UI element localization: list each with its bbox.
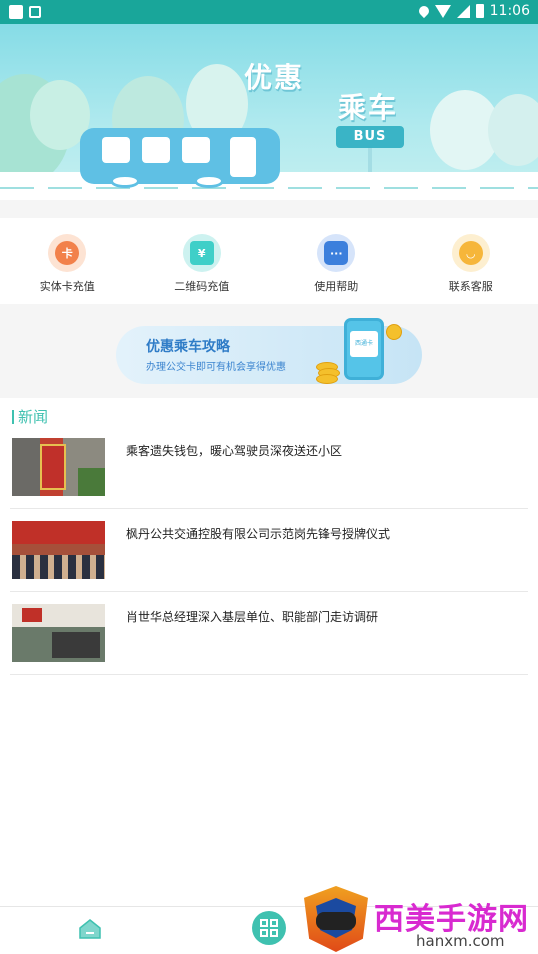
quick-action-help[interactable]: ··· 使用帮助 <box>269 218 404 302</box>
news-item[interactable]: 枫丹公共交通控股有限公司示范岗先锋号授牌仪式 <box>10 509 528 592</box>
status-bar: 11:06 <box>0 0 538 24</box>
qr-code-icon[interactable] <box>252 911 286 945</box>
news-thumbnail <box>12 438 105 496</box>
bus-stop-pole <box>368 148 372 172</box>
news-heading-text: 新闻 <box>18 408 49 426</box>
promo-section: 优惠乘车攻略 办理公交卡即可有机会享得优惠 西通卡 <box>0 304 538 398</box>
bus-illustration <box>80 128 280 188</box>
hero-banner[interactable]: BUS 优惠 乘车 <box>0 24 538 200</box>
news-list: 乘客遗失钱包，暖心驾驶员深夜送还小区 枫丹公共交通控股有限公司示范岗先锋号授牌仪… <box>10 426 528 675</box>
banner-title-line2: 乘车 <box>338 91 399 124</box>
quick-actions: 卡 实体卡充值 ¥ 二维码充值 ··· 使用帮助 ◡ 联系客服 <box>0 218 538 302</box>
chat-icon: ··· <box>317 234 356 272</box>
quick-action-label: 使用帮助 <box>314 280 359 293</box>
coin-icon <box>316 374 338 384</box>
phone-illustration: 西通卡 <box>344 318 384 380</box>
quick-action-label: 实体卡充值 <box>39 280 95 293</box>
watermark-logo: 西美手游网 hanxm.com <box>300 884 538 954</box>
shield-icon <box>304 886 368 952</box>
location-icon <box>416 3 431 19</box>
news-title: 肖世华总经理深入基层单位、职能部门走访调研 <box>126 610 379 624</box>
phone-card-text: 西通卡 <box>350 331 378 357</box>
promo-subtitle: 办理公交卡即可有机会享得优惠 <box>146 362 286 373</box>
quick-action-label: 二维码充值 <box>174 280 230 293</box>
road-line <box>0 187 538 189</box>
signal-icon <box>456 4 470 18</box>
news-heading: 新闻 <box>12 406 48 427</box>
status-time: 11:06 <box>489 3 530 19</box>
battery-icon <box>475 4 484 18</box>
divider <box>0 200 538 218</box>
quick-action-qr-recharge[interactable]: ¥ 二维码充值 <box>135 218 270 302</box>
app-icon <box>29 6 41 18</box>
watermark-url: hanxm.com <box>416 932 505 950</box>
wifi-icon <box>434 4 451 18</box>
news-item[interactable]: 肖世华总经理深入基层单位、职能部门走访调研 <box>10 592 528 675</box>
news-thumbnail <box>12 604 105 662</box>
gamepad-icon <box>316 912 356 930</box>
promo-banner[interactable]: 优惠乘车攻略 办理公交卡即可有机会享得优惠 西通卡 <box>116 318 422 384</box>
notification-square-icon <box>9 5 23 19</box>
news-item[interactable]: 乘客遗失钱包，暖心驾驶员深夜送还小区 <box>10 426 528 509</box>
heading-accent-bar <box>12 409 14 424</box>
headset-icon: ◡ <box>451 234 490 272</box>
quick-action-support[interactable]: ◡ 联系客服 <box>404 218 538 302</box>
home-icon[interactable] <box>78 917 102 941</box>
quick-action-label: 联系客服 <box>448 280 493 293</box>
promo-title: 优惠乘车攻略 <box>146 339 230 355</box>
news-thumbnail <box>12 521 105 579</box>
wallet-icon: ¥ <box>182 234 221 272</box>
card-icon: 卡 <box>48 234 87 272</box>
tree-decoration <box>488 94 538 166</box>
news-title: 乘客遗失钱包，暖心驾驶员深夜送还小区 <box>126 444 343 458</box>
coin-icon <box>383 321 405 343</box>
quick-action-card-recharge[interactable]: 卡 实体卡充值 <box>0 218 135 302</box>
bus-stop-sign: BUS <box>336 126 404 148</box>
banner-title-line1: 优惠 <box>244 61 305 94</box>
news-title: 枫丹公共交通控股有限公司示范岗先锋号授牌仪式 <box>126 527 391 541</box>
